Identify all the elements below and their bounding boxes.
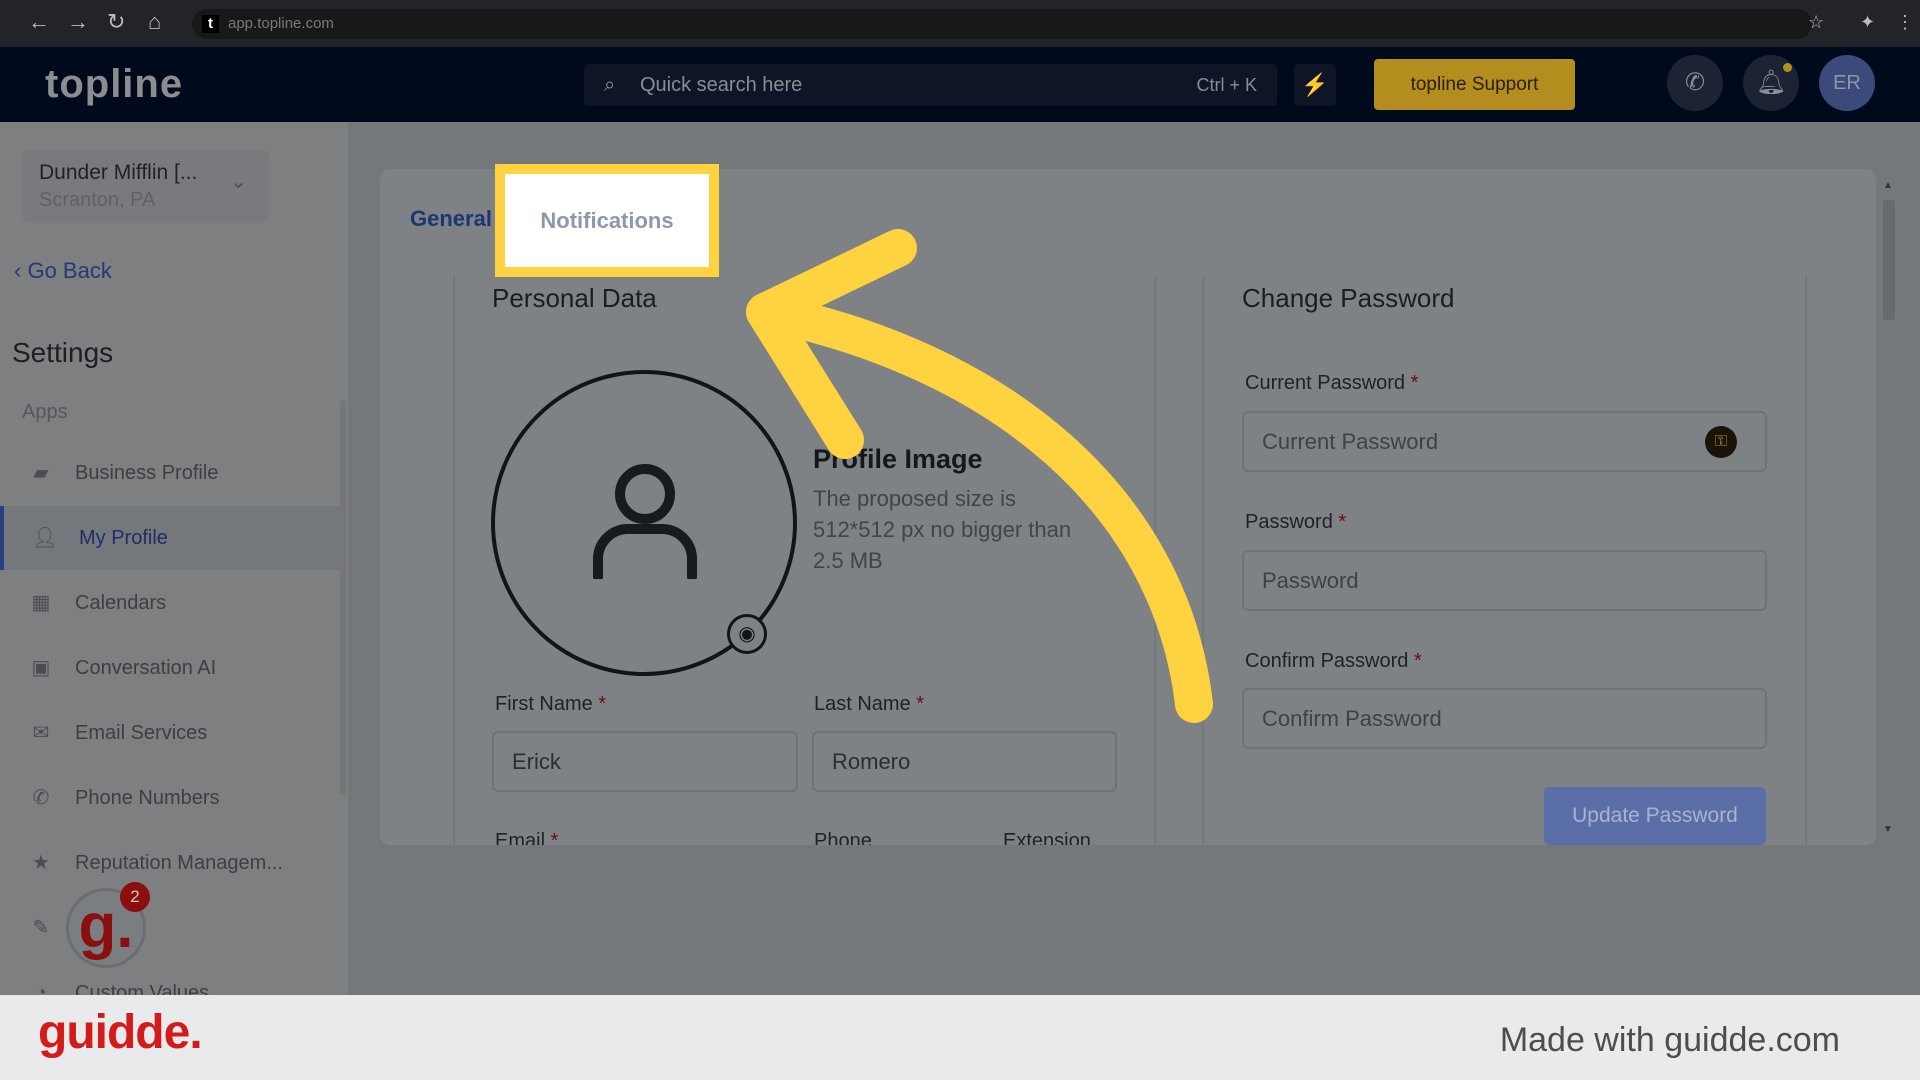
badge-count: 2	[120, 882, 150, 912]
guide-arrow	[746, 229, 1213, 723]
guidde-logo: guidde.	[38, 1006, 203, 1059]
footer-tagline: Made with guidde.com	[1499, 1021, 1840, 1059]
footer: guidde. Made with guidde.com	[0, 995, 1920, 1080]
